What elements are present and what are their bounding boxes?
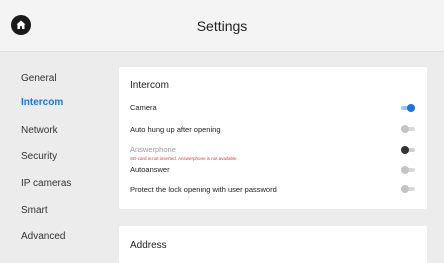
sidebar-item-smart[interactable]: Smart (21, 204, 48, 218)
protect-lock-label: Protect the lock opening with user passw… (130, 185, 277, 194)
toggle-knob (407, 104, 415, 112)
camera-label: Camera (130, 103, 157, 112)
autoanswer-label: Autoanswer (130, 165, 170, 174)
address-card: Address (119, 226, 427, 263)
sidebar-item-advanced[interactable]: Advanced (21, 230, 65, 244)
autoanswer-toggle[interactable] (401, 166, 415, 174)
sidebar-item-ip-cameras[interactable]: IP cameras (21, 177, 71, 191)
protect-lock-toggle[interactable] (401, 185, 415, 193)
answerphone-toggle[interactable] (401, 146, 415, 154)
toggle-knob (401, 185, 409, 193)
intercom-card: Intercom Camera Auto hung up after openi… (119, 67, 427, 209)
sidebar-item-network[interactable]: Network (21, 124, 58, 138)
address-title: Address (130, 240, 167, 251)
toggle-knob (401, 125, 409, 133)
answerphone-error: SD-card is not inserted. Answerphone is … (130, 156, 237, 161)
toggle-knob (401, 146, 409, 154)
top-bar: Settings (0, 0, 444, 52)
auto-hang-up-toggle[interactable] (401, 125, 415, 133)
auto-hang-up-label: Auto hung up after opening (130, 125, 221, 134)
intercom-title: Intercom (130, 80, 169, 91)
sidebar-item-security[interactable]: Security (21, 150, 57, 164)
answerphone-label: Answerphone (130, 145, 176, 154)
page-title: Settings (196, 18, 248, 34)
toggle-knob (401, 166, 409, 174)
camera-toggle[interactable] (401, 104, 415, 112)
sidebar: General Intercom Network Security IP cam… (0, 52, 110, 263)
sidebar-item-intercom[interactable]: Intercom (21, 96, 63, 110)
sidebar-item-general[interactable]: General (21, 72, 57, 86)
